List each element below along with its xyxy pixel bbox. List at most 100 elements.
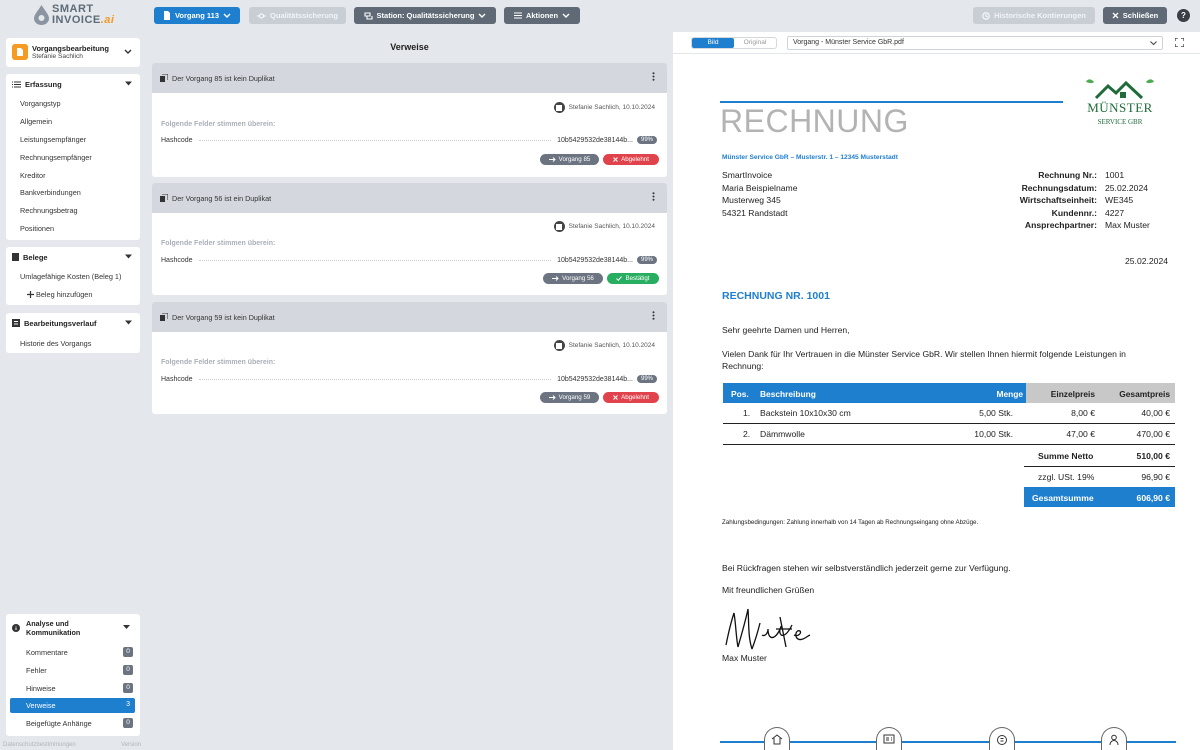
anhaenge-label: Beigefügte Anhänge bbox=[26, 719, 92, 728]
closing-greeting: Mit freundlichen Grüßen bbox=[722, 585, 815, 595]
aktionen-dropdown-button[interactable]: Aktionen bbox=[504, 7, 580, 24]
match-percent-badge: 99% bbox=[636, 375, 657, 383]
expand-icon[interactable] bbox=[1175, 38, 1184, 47]
company-logo: MÜNSTER SERVICE GBR bbox=[1076, 76, 1164, 126]
datenschutz-link[interactable]: Datenschutzbestimmungen bbox=[3, 742, 76, 748]
document-icon bbox=[163, 11, 170, 20]
workspace-title: Vorgangsbearbeitung bbox=[32, 44, 109, 53]
schliessen-label: Schließen bbox=[1122, 11, 1159, 20]
chevron-down-icon bbox=[562, 13, 570, 18]
edit-document-icon bbox=[12, 44, 28, 60]
fehler-label: Fehler bbox=[26, 666, 47, 675]
sidebar-item-umlagefaehige-kosten[interactable]: Umlagefähige Kosten (Beleg 1) bbox=[20, 272, 121, 281]
view-mode-toggle: Bild Original bbox=[691, 37, 777, 49]
vorgang-dropdown-button[interactable]: Vorgang 113 bbox=[154, 7, 240, 24]
workspace-user: Stefanie Sachlich bbox=[32, 53, 83, 60]
sidebar-item-verweise[interactable]: Verweise 3 bbox=[10, 698, 135, 713]
belege-header[interactable]: Belege bbox=[12, 252, 134, 262]
help-button[interactable]: ? bbox=[1177, 9, 1190, 22]
table-row: 1. Backstein 10x10x30 cm 5,00 Stk. 8,00 … bbox=[723, 403, 1175, 424]
ust-value: 96,90 € bbox=[1141, 472, 1170, 482]
add-beleg-link[interactable]: Beleg hinzufügen bbox=[27, 290, 92, 299]
sidebar-item-fehler[interactable]: Fehler 0 bbox=[10, 664, 135, 677]
invoice-meta: Rechnung Nr.: 1001 Rechnungsdatum: 25.02.2… bbox=[980, 169, 1150, 232]
check-icon bbox=[616, 276, 623, 281]
sidebar-item-allgemein[interactable]: Allgemein bbox=[20, 117, 52, 126]
chevron-down-icon bbox=[123, 625, 130, 629]
status-badge[interactable]: Bestätigt bbox=[607, 273, 659, 284]
vorgang-link-button[interactable]: Vorgang 85 bbox=[540, 154, 599, 165]
station-dropdown-button[interactable]: Station: Qualitätssicherung bbox=[354, 7, 496, 24]
cell-pos: 2. bbox=[743, 429, 751, 439]
file-select-value: Vorgang - Münster Service GbR.pdf bbox=[793, 39, 904, 46]
more-options-icon[interactable] bbox=[652, 72, 655, 81]
history-icon bbox=[982, 11, 990, 20]
verweise-label: Verweise bbox=[26, 701, 56, 710]
sidebar-item-historie[interactable]: Historie des Vorgangs bbox=[20, 339, 91, 348]
status-badge[interactable]: Abgelehnt bbox=[603, 154, 659, 165]
status-badge[interactable]: Abgelehnt bbox=[603, 392, 659, 403]
field-value: 10b5429532de38144b... bbox=[557, 136, 633, 144]
verweis-field-row: Hashcode 10b5429532de38144b... 99% bbox=[161, 136, 657, 144]
receipt-icon bbox=[12, 253, 19, 261]
plus-icon bbox=[27, 291, 34, 298]
tab-original[interactable]: Original bbox=[734, 38, 776, 48]
sidebar-item-anhaenge[interactable]: Beigefügte Anhänge 0 bbox=[10, 717, 135, 730]
kommentare-count-badge: 0 bbox=[123, 647, 133, 657]
verweis-subtitle: Folgende Felder stimmen überein: bbox=[161, 121, 276, 128]
field-name: Hashcode bbox=[161, 256, 193, 264]
cell-einzelpreis: 47,00 € bbox=[1066, 429, 1095, 439]
sidebar-item-bankverbindungen[interactable]: Bankverbindungen bbox=[20, 188, 81, 197]
logo-line2: INVOICE.ai bbox=[52, 14, 115, 26]
app-logo[interactable]: SMART INVOICE.ai bbox=[34, 4, 114, 28]
intro-text: Vielen Dank für Ihr Vertrauen in die Mün… bbox=[722, 349, 1126, 371]
chevron-down-icon bbox=[1150, 41, 1157, 46]
file-select[interactable]: Vorgang - Münster Service GbR.pdf bbox=[787, 36, 1163, 50]
clipboard-icon bbox=[553, 340, 565, 351]
cell-menge: 10,00 Stk. bbox=[974, 429, 1013, 439]
sidebar-item-hinweise[interactable]: Hinweise 0 bbox=[10, 682, 135, 695]
verlauf-header[interactable]: Bearbeitungsverlauf bbox=[12, 318, 134, 328]
sidebar-item-kommentare[interactable]: Kommentare 0 bbox=[10, 646, 135, 659]
sidebar-item-kreditor[interactable]: Kreditor bbox=[20, 171, 46, 180]
schliessen-button[interactable]: Schließen bbox=[1103, 7, 1167, 24]
sidebar-item-leistungsempfaenger[interactable]: Leistungsempfänger bbox=[20, 135, 86, 144]
sidebar-item-positionen[interactable]: Positionen bbox=[20, 224, 54, 233]
field-value: 10b5429532de38144b... bbox=[557, 375, 633, 383]
cell-gesamtpreis: 40,00 € bbox=[1141, 408, 1170, 418]
anhaenge-count-badge: 0 bbox=[123, 718, 133, 728]
vorgang-link-button[interactable]: Vorgang 59 bbox=[540, 392, 599, 403]
chevron-down-icon[interactable] bbox=[124, 49, 132, 55]
vorgangsbearbeitung-header[interactable]: Vorgangsbearbeitung Stefanie Sachlich bbox=[6, 38, 140, 67]
summe-netto-label: Summe Netto bbox=[1038, 451, 1094, 461]
sidebar-item-rechnungsempfaenger[interactable]: Rechnungsempfänger bbox=[20, 153, 92, 162]
historische-kontierungen-button[interactable]: Historische Kontierungen bbox=[973, 7, 1095, 24]
chevron-down-icon bbox=[478, 13, 486, 18]
cell-menge: 5,00 Stk. bbox=[979, 408, 1013, 418]
sidebar-item-rechnungsbetrag[interactable]: Rechnungsbetrag bbox=[20, 206, 78, 215]
more-options-icon[interactable] bbox=[652, 311, 655, 320]
erfassung-header[interactable]: Erfassung bbox=[12, 79, 134, 89]
dotted-divider bbox=[198, 378, 552, 380]
more-options-icon[interactable] bbox=[652, 192, 655, 201]
meta-key: Rechnung Nr.: bbox=[1038, 170, 1097, 180]
viewer-toolbar: Bild Original Vorgang - Münster Service … bbox=[673, 32, 1200, 54]
fehler-count-badge: 0 bbox=[123, 665, 133, 675]
summe-netto-value: 510,00 € bbox=[1136, 451, 1170, 461]
analyse-header[interactable]: Analyse und Kommunikation bbox=[12, 619, 132, 638]
verweis-card-heading: Der Vorgang 85 ist kein Duplikat bbox=[172, 73, 275, 83]
clipboard-icon bbox=[553, 221, 565, 232]
verweis-card-header: Der Vorgang 59 ist kein Duplikat bbox=[152, 302, 667, 332]
meta-key: Wirtschaftseinheit: bbox=[1019, 195, 1097, 205]
company-logo-name: MÜNSTER bbox=[1087, 100, 1153, 115]
vorgang-link-button[interactable]: Vorgang 56 bbox=[543, 273, 603, 284]
recipient-line: Maria Beispielname bbox=[722, 182, 798, 193]
vorgang-link-label: Vorgang 56 bbox=[562, 275, 594, 282]
house-logo-icon bbox=[1086, 79, 1154, 100]
invoice-date: 25.02.2024 bbox=[1125, 256, 1169, 266]
vorgang-link-label: Vorgang 59 bbox=[558, 394, 591, 401]
qualitaetssicherung-button[interactable]: Qualitätssicherung bbox=[249, 7, 346, 24]
tab-bild[interactable]: Bild bbox=[692, 38, 734, 48]
belege-title: Belege bbox=[23, 252, 48, 262]
sidebar-item-vorgangstyp[interactable]: Vorgangstyp bbox=[20, 99, 61, 108]
